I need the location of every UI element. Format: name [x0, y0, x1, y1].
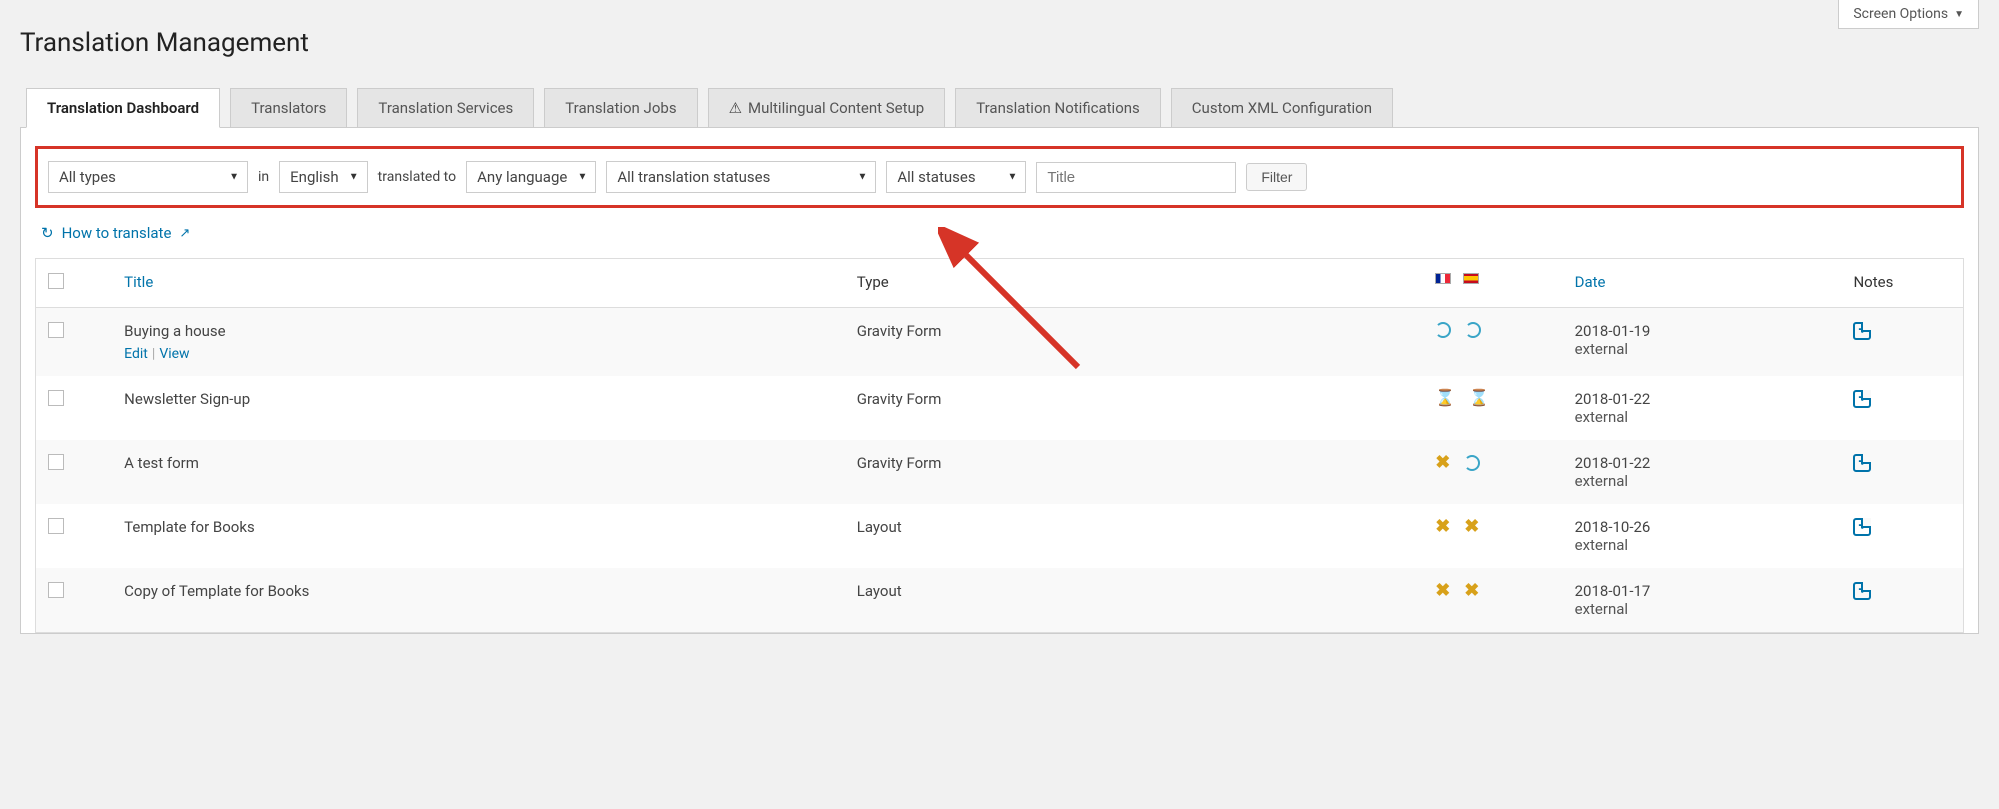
- filter-translation-status-select[interactable]: All translation statuses: [606, 161, 876, 193]
- filter-target-lang-select[interactable]: Any language: [466, 161, 596, 193]
- row-type: Gravity Form: [845, 376, 1423, 440]
- status-not-translated-icon[interactable]: ✖: [1435, 454, 1450, 472]
- tab-translators[interactable]: Translators: [230, 88, 347, 128]
- column-title[interactable]: Title: [112, 259, 845, 308]
- filter-translation-status-value: All translation statuses: [617, 168, 770, 186]
- tab-translation-dashboard[interactable]: Translation Dashboard: [26, 88, 220, 128]
- column-date[interactable]: Date: [1563, 259, 1842, 308]
- table-row: Template for Books Layout ✖ ✖ 2018-10-26exte…: [36, 504, 1964, 568]
- edit-link[interactable]: Edit: [124, 346, 148, 362]
- warning-icon: ⚠: [729, 99, 742, 117]
- select-all-checkbox[interactable]: [48, 273, 64, 289]
- screen-options-toggle[interactable]: Screen Options ▼: [1838, 0, 1979, 29]
- tab-translation-jobs[interactable]: Translation Jobs: [544, 88, 697, 128]
- row-date: 2018-10-26: [1575, 518, 1830, 536]
- filter-status-select[interactable]: All statuses: [886, 161, 1026, 193]
- row-title: Buying a house: [124, 322, 833, 340]
- filter-to-label: translated to: [378, 169, 456, 185]
- status-in-progress-icon[interactable]: ⌛: [1469, 390, 1489, 406]
- row-date: 2018-01-17: [1575, 582, 1830, 600]
- row-checkbox[interactable]: [48, 582, 64, 598]
- row-type: Gravity Form: [845, 440, 1423, 504]
- row-date: 2018-01-22: [1575, 390, 1830, 408]
- row-origin: external: [1575, 600, 1830, 618]
- status-update-icon[interactable]: [1464, 455, 1480, 471]
- filter-in-label: in: [258, 169, 269, 185]
- add-note-icon[interactable]: [1853, 454, 1871, 472]
- panel: All types in English translated to Any l…: [20, 127, 1979, 634]
- add-note-icon[interactable]: [1853, 518, 1871, 536]
- status-not-translated-icon[interactable]: ✖: [1464, 582, 1479, 600]
- row-origin: external: [1575, 536, 1830, 554]
- tab-translation-notifications[interactable]: Translation Notifications: [955, 88, 1161, 128]
- status-update-icon[interactable]: [1435, 322, 1451, 338]
- column-languages: [1423, 259, 1562, 308]
- add-note-icon[interactable]: [1853, 322, 1871, 340]
- page-title: Translation Management: [20, 28, 1979, 58]
- tab-label: Translation Services: [378, 99, 513, 117]
- row-origin: external: [1575, 408, 1830, 426]
- row-date: 2018-01-19: [1575, 322, 1830, 340]
- tab-label: Translation Jobs: [565, 99, 676, 117]
- table-row: Buying a house Edit|View Gravity Form 2018-…: [36, 308, 1964, 377]
- filter-title-input[interactable]: [1036, 162, 1236, 193]
- filter-type-select[interactable]: All types: [48, 161, 248, 193]
- status-in-progress-icon[interactable]: ⌛: [1435, 390, 1455, 406]
- items-table: Title Type Date Notes Buying a house Edit…: [35, 258, 1964, 633]
- how-to-translate-link[interactable]: ↻ How to translate ↗: [41, 224, 1964, 242]
- status-not-translated-icon[interactable]: ✖: [1464, 518, 1479, 536]
- flag-es-icon: [1463, 273, 1479, 284]
- tab-label: Custom XML Configuration: [1192, 99, 1372, 117]
- filter-source-lang-value: English: [290, 168, 339, 186]
- column-type: Type: [845, 259, 1423, 308]
- status-not-translated-icon[interactable]: ✖: [1435, 518, 1450, 536]
- external-link-icon: ↗: [179, 226, 190, 241]
- add-note-icon[interactable]: [1853, 582, 1871, 600]
- filter-status-value: All statuses: [897, 168, 975, 186]
- tab-label: Multilingual Content Setup: [748, 99, 924, 117]
- filter-bar: All types in English translated to Any l…: [35, 146, 1964, 208]
- row-checkbox[interactable]: [48, 518, 64, 534]
- status-not-translated-icon[interactable]: ✖: [1435, 582, 1450, 600]
- row-title: Copy of Template for Books: [124, 582, 833, 600]
- table-row: Copy of Template for Books Layout ✖ ✖ 2018-0…: [36, 568, 1964, 633]
- filter-type-value: All types: [59, 168, 116, 186]
- row-date: 2018-01-22: [1575, 454, 1830, 472]
- tab-label: Translation Dashboard: [47, 99, 199, 117]
- row-title: Template for Books: [124, 518, 833, 536]
- table-row: A test form Gravity Form ✖ 2018-01-22extern…: [36, 440, 1964, 504]
- filter-source-lang-select[interactable]: English: [279, 161, 368, 193]
- tab-label: Translation Notifications: [976, 99, 1140, 117]
- screen-options-label: Screen Options: [1853, 6, 1948, 22]
- filter-target-lang-value: Any language: [477, 168, 567, 186]
- table-row: Newsletter Sign-up Gravity Form ⌛ ⌛ 2018-01-…: [36, 376, 1964, 440]
- row-checkbox[interactable]: [48, 454, 64, 470]
- flag-fr-icon: [1435, 273, 1451, 284]
- how-to-translate-label: How to translate: [62, 224, 172, 242]
- row-origin: external: [1575, 340, 1830, 358]
- tab-multilingual-content-setup[interactable]: ⚠ Multilingual Content Setup: [708, 88, 946, 128]
- tab-translation-services[interactable]: Translation Services: [357, 88, 534, 128]
- column-notes: Notes: [1841, 259, 1963, 308]
- row-type: Layout: [845, 504, 1423, 568]
- tab-bar: Translation Dashboard Translators Translat…: [20, 88, 1979, 128]
- row-title: A test form: [124, 454, 833, 472]
- refresh-icon: ↻: [41, 224, 54, 242]
- status-update-icon[interactable]: [1465, 322, 1481, 338]
- add-note-icon[interactable]: [1853, 390, 1871, 408]
- row-type: Gravity Form: [845, 308, 1423, 377]
- filter-button[interactable]: Filter: [1246, 163, 1307, 191]
- row-origin: external: [1575, 472, 1830, 490]
- tab-custom-xml-configuration[interactable]: Custom XML Configuration: [1171, 88, 1393, 128]
- row-checkbox[interactable]: [48, 390, 64, 406]
- row-checkbox[interactable]: [48, 322, 64, 338]
- row-title: Newsletter Sign-up: [124, 390, 833, 408]
- chevron-down-icon: ▼: [1954, 9, 1964, 20]
- row-actions: Edit|View: [124, 346, 833, 362]
- tab-label: Translators: [251, 99, 326, 117]
- row-type: Layout: [845, 568, 1423, 633]
- view-link[interactable]: View: [159, 346, 189, 362]
